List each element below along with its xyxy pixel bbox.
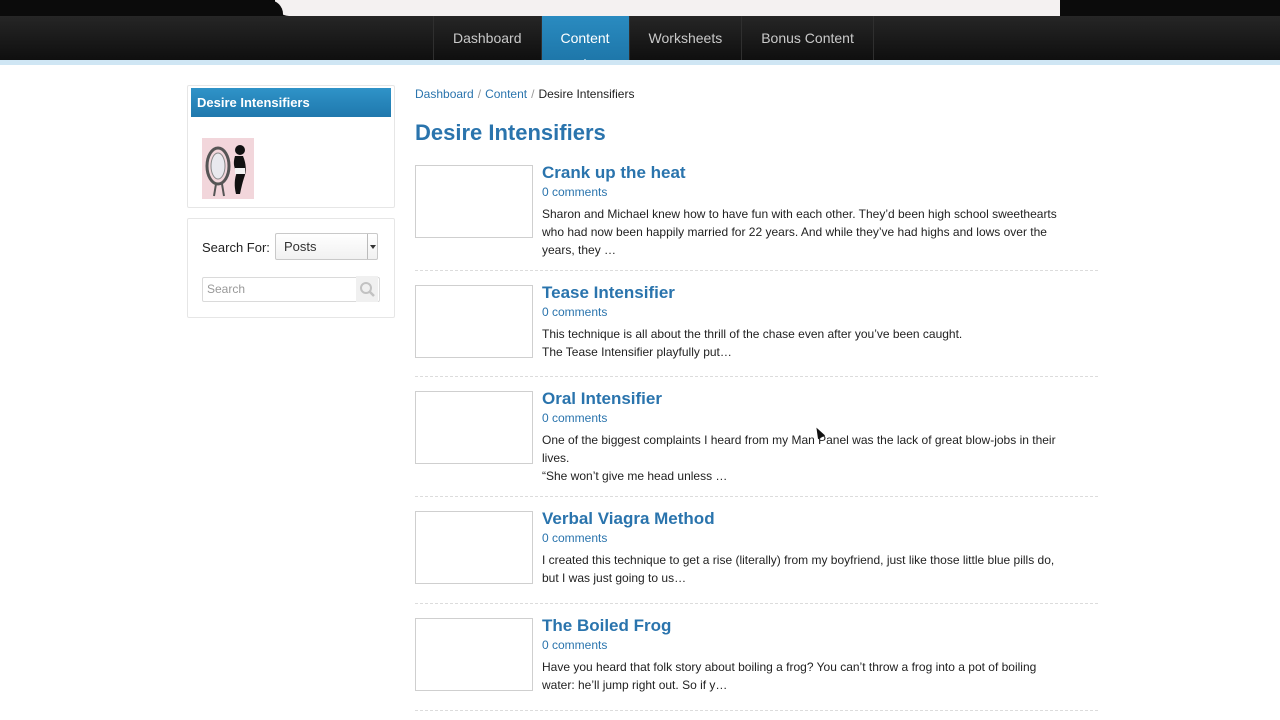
- search-for-label: Search For:: [202, 240, 270, 255]
- nav-item-bonus-content[interactable]: Bonus Content: [742, 16, 874, 60]
- post-title[interactable]: Verbal Viagra Method: [542, 509, 715, 529]
- post-thumbnail[interactable]: [415, 165, 533, 238]
- nav-item-content[interactable]: Content: [541, 16, 630, 66]
- post-excerpt: This technique is all about the thrill o…: [542, 327, 963, 359]
- breadcrumb-separator: /: [531, 87, 535, 101]
- post-comments-link[interactable]: 0 comments: [542, 185, 607, 199]
- search-type-select[interactable]: Posts: [275, 233, 378, 260]
- post-item: Oral Intensifier 0 comments One of the b…: [415, 389, 1098, 497]
- post-thumbnail[interactable]: [415, 511, 533, 584]
- post-thumbnail[interactable]: [415, 391, 533, 464]
- post-comments-link[interactable]: 0 comments: [542, 305, 607, 319]
- top-banner: [0, 0, 1280, 16]
- nav-item-worksheets[interactable]: Worksheets: [630, 16, 743, 60]
- post-title[interactable]: The Boiled Frog: [542, 616, 671, 636]
- post-excerpt: Have you heard that folk story about boi…: [542, 660, 1037, 692]
- page-title: Desire Intensifiers: [415, 120, 606, 145]
- category-thumbnail[interactable]: [202, 138, 254, 199]
- post-title[interactable]: Oral Intensifier: [542, 389, 662, 409]
- category-widget: Desire Intensifiers: [187, 85, 395, 208]
- post-title[interactable]: Tease Intensifier: [542, 283, 675, 303]
- post-comments-link[interactable]: 0 comments: [542, 411, 607, 425]
- nav-list: Dashboard Content Worksheets Bonus Conte…: [433, 16, 874, 66]
- main-nav: Dashboard Content Worksheets Bonus Conte…: [0, 16, 1280, 66]
- nav-underline: [0, 60, 1280, 65]
- breadcrumb-content[interactable]: Content: [485, 87, 527, 101]
- nav-item-dashboard[interactable]: Dashboard: [434, 16, 542, 60]
- post-item: The Boiled Frog 0 comments Have you hear…: [415, 616, 1098, 711]
- search-type-value: Posts: [284, 239, 317, 254]
- search-input[interactable]: Search: [202, 277, 380, 302]
- post-item: Crank up the heat 0 comments Sharon and …: [415, 163, 1098, 271]
- breadcrumb-dashboard[interactable]: Dashboard: [415, 87, 474, 101]
- post-comments-link[interactable]: 0 comments: [542, 531, 607, 545]
- post-excerpt: Sharon and Michael knew how to have fun …: [542, 207, 1057, 257]
- breadcrumb: Dashboard / Content / Desire Intensifiers: [415, 87, 634, 101]
- post-thumbnail[interactable]: [415, 285, 533, 358]
- header-banner-image: [267, 0, 1060, 16]
- chevron-down-icon: [367, 234, 377, 259]
- search-icon[interactable]: [356, 276, 378, 307]
- post-thumbnail[interactable]: [415, 618, 533, 691]
- breadcrumb-separator: /: [477, 87, 482, 101]
- breadcrumb-current: Desire Intensifiers: [538, 87, 635, 101]
- post-title[interactable]: Crank up the heat: [542, 163, 686, 183]
- post-item: Verbal Viagra Method 0 comments I create…: [415, 509, 1098, 604]
- post-comments-link[interactable]: 0 comments: [542, 638, 607, 652]
- category-title[interactable]: Desire Intensifiers: [191, 88, 391, 117]
- post-excerpt: One of the biggest complaints I heard fr…: [542, 433, 1056, 483]
- post-item: Tease Intensifier 0 comments This techni…: [415, 283, 1098, 377]
- post-excerpt: I created this technique to get a rise (…: [542, 553, 1055, 585]
